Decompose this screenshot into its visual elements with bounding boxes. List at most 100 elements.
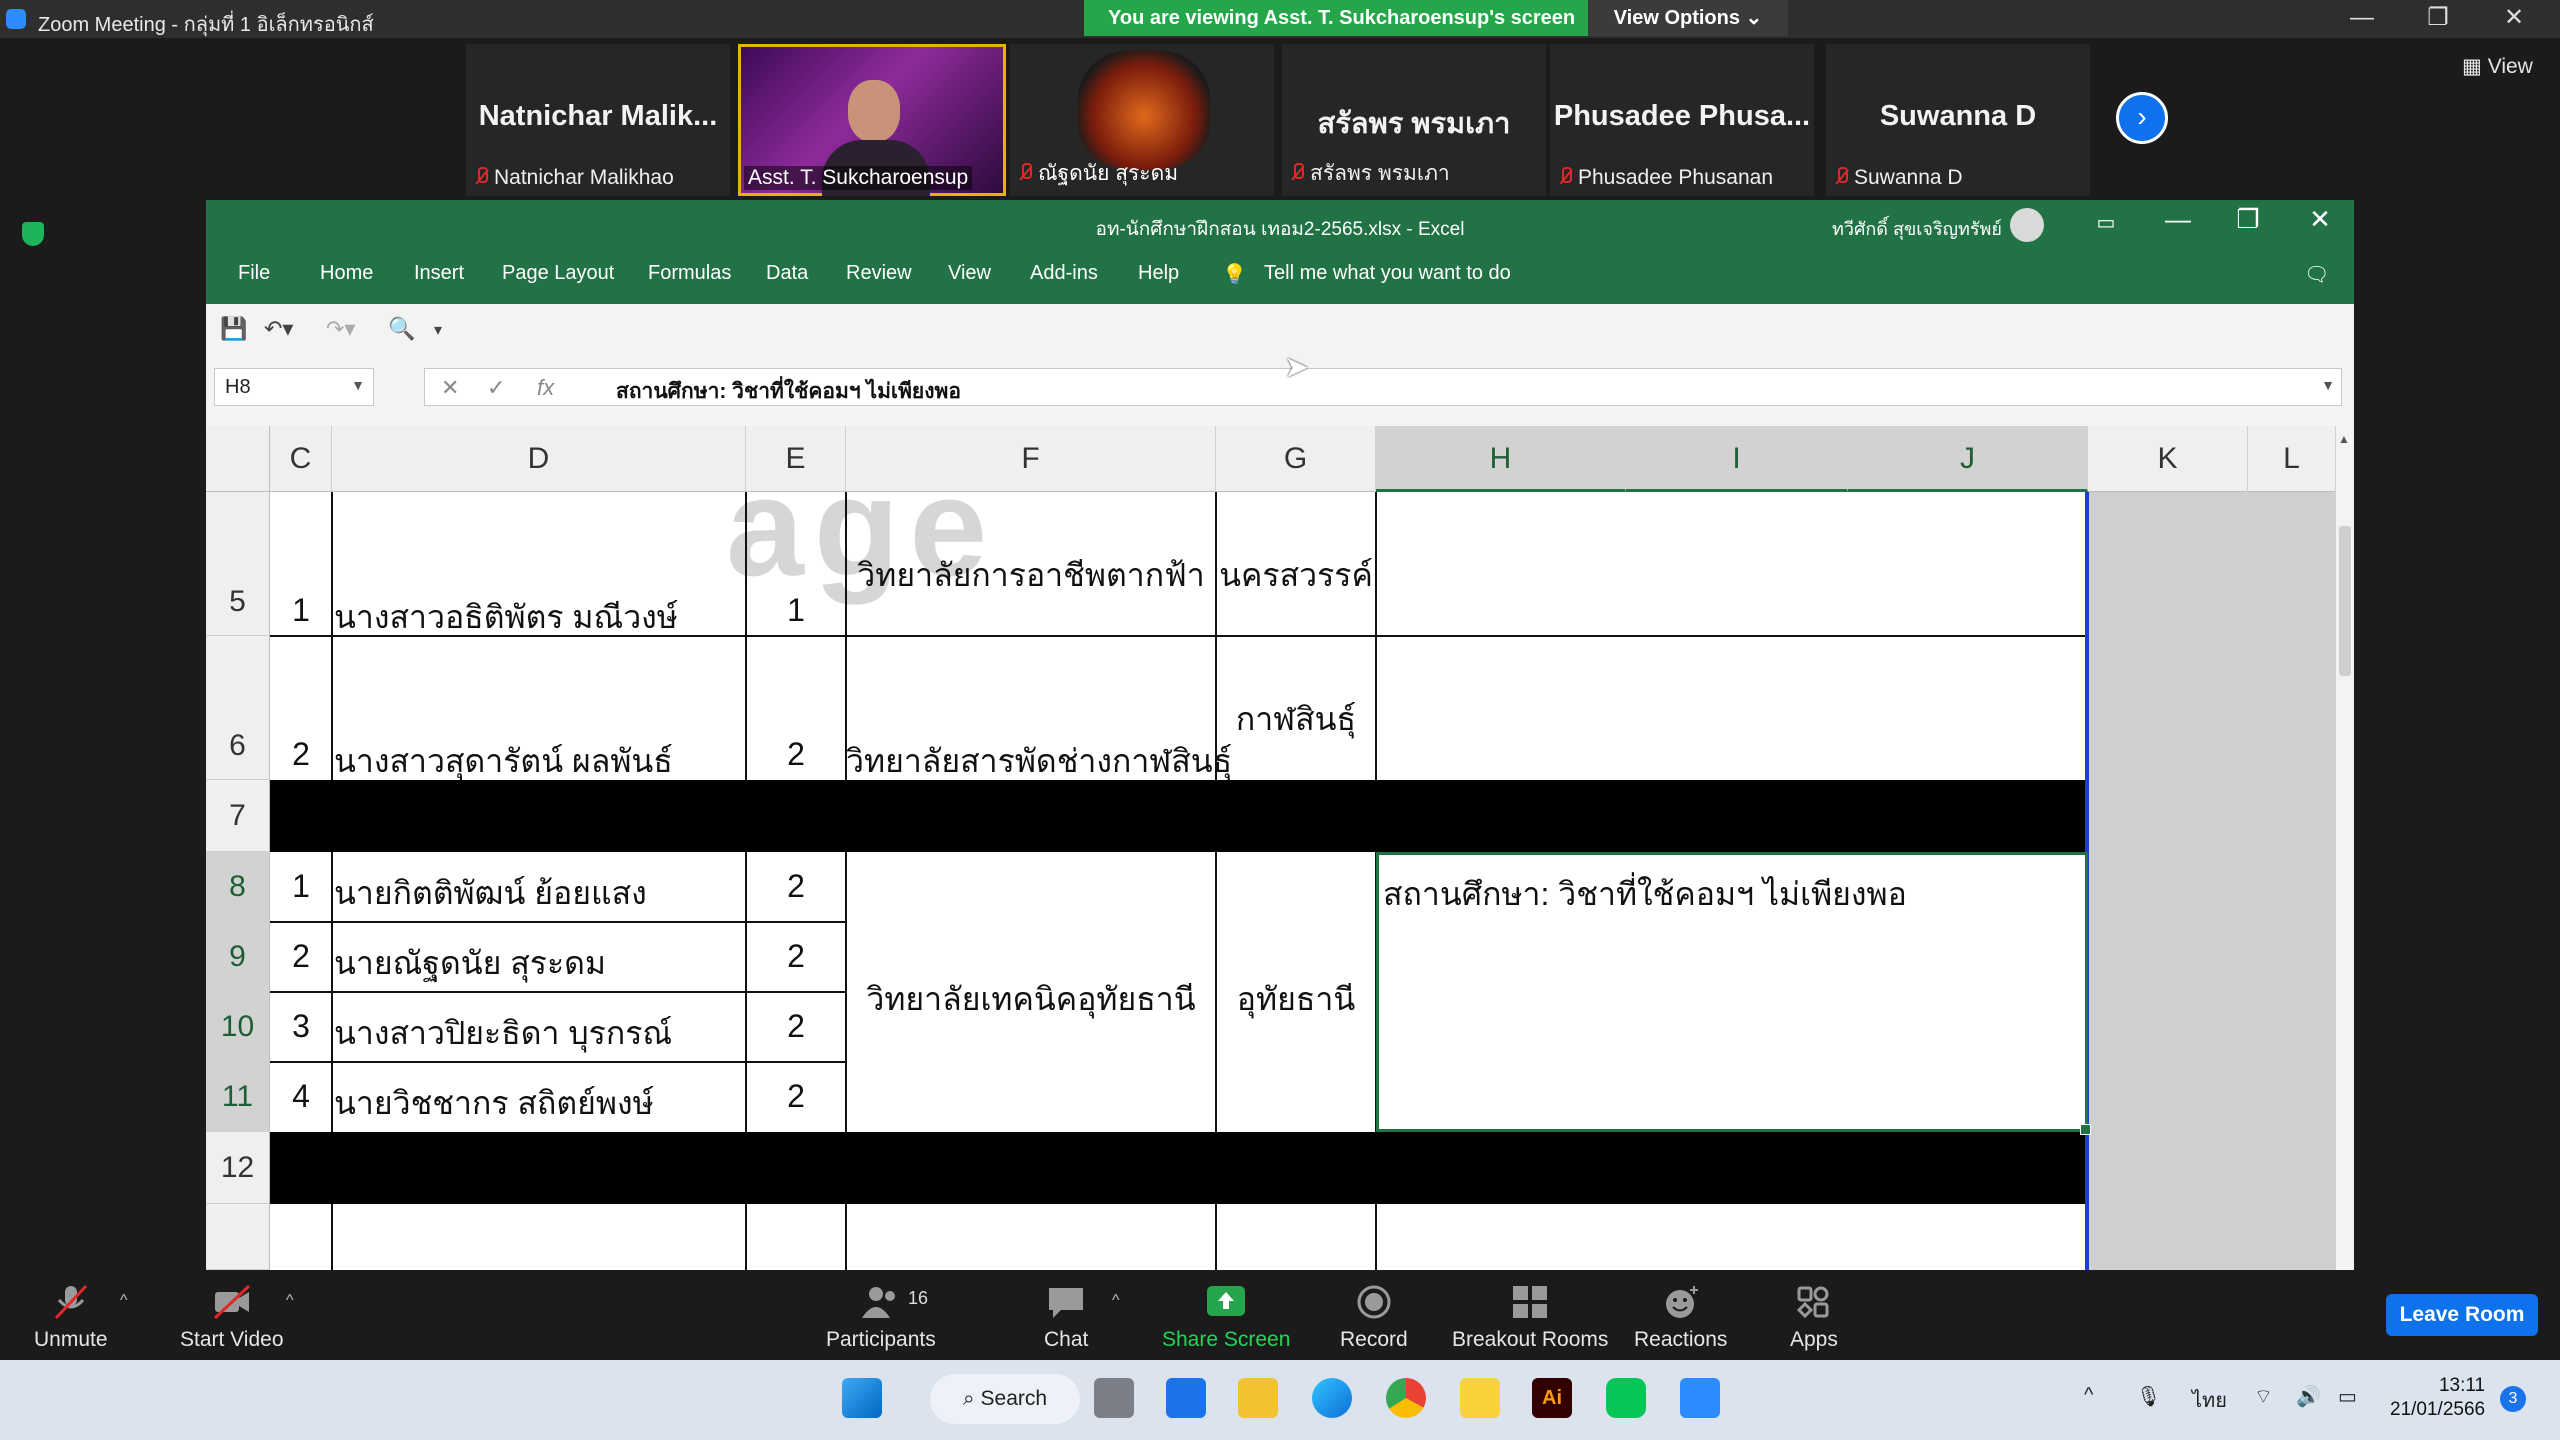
comments-icon[interactable]: 🗨 bbox=[2304, 262, 2329, 287]
illustrator-icon[interactable]: Ai bbox=[1532, 1378, 1572, 1418]
cell-c6[interactable]: 2 bbox=[270, 736, 332, 773]
cell-d8[interactable]: นายกิตติพัฒน์ ย้อยแสง bbox=[334, 868, 647, 919]
apps-button[interactable]: Apps bbox=[1790, 1284, 1838, 1352]
cell-c5[interactable]: 1 bbox=[270, 592, 332, 629]
audio-options-caret-icon[interactable]: ^ bbox=[120, 1292, 128, 1310]
cell-e6[interactable]: 2 bbox=[746, 736, 846, 773]
breakout-rooms-button[interactable]: Breakout Rooms bbox=[1452, 1284, 1608, 1352]
start-video-button[interactable]: Start Video bbox=[180, 1284, 284, 1352]
tab-file[interactable]: File bbox=[238, 262, 270, 285]
taskbar-search[interactable]: ⌕ Search bbox=[930, 1374, 1080, 1424]
cell-c11[interactable]: 4 bbox=[270, 1078, 332, 1115]
cell-f6[interactable]: วิทยาลัยสารพัดช่างกาฬสินธุ์ bbox=[846, 736, 1232, 787]
notification-badge[interactable]: 3 bbox=[2500, 1386, 2526, 1412]
fill-handle[interactable] bbox=[2080, 1124, 2091, 1135]
undo-icon[interactable]: ↶▾ bbox=[264, 316, 293, 342]
minimize-icon[interactable]: — bbox=[2148, 204, 2208, 235]
row-header-8[interactable]: 8 bbox=[206, 852, 270, 922]
print-preview-icon[interactable]: 🔍 bbox=[388, 316, 415, 342]
chat-options-caret-icon[interactable]: ^ bbox=[1112, 1292, 1120, 1310]
vertical-scrollbar[interactable]: ▲ bbox=[2336, 426, 2354, 1270]
cell-d10[interactable]: นางสาวปิยะธิดา บุรกรณ์ bbox=[334, 1008, 672, 1059]
cell-c9[interactable]: 2 bbox=[270, 938, 332, 975]
column-header-k[interactable]: K bbox=[2088, 426, 2248, 492]
cell-d5[interactable]: นางสาวอธิติพัตร มณีวงษ์ bbox=[334, 592, 678, 643]
chrome-browser-icon[interactable] bbox=[1386, 1378, 1426, 1418]
cell-c8[interactable]: 1 bbox=[270, 868, 332, 905]
tab-view[interactable]: View bbox=[948, 262, 991, 285]
chat-button[interactable]: Chat bbox=[1044, 1284, 1088, 1352]
tab-home[interactable]: Home bbox=[320, 262, 373, 285]
reactions-button[interactable]: Reactions bbox=[1634, 1284, 1727, 1352]
share-screen-button[interactable]: Share Screen bbox=[1162, 1284, 1290, 1352]
name-box[interactable]: H8 ▼ bbox=[214, 368, 374, 406]
input-language[interactable]: ไทย bbox=[2192, 1384, 2227, 1416]
row-header-9[interactable]: 9 bbox=[206, 922, 270, 992]
row-header-13[interactable] bbox=[206, 1204, 270, 1270]
mic-tray-icon[interactable]: 🎙 bbox=[2136, 1384, 2161, 1409]
system-clock[interactable]: 13:11 21/01/2566 bbox=[2390, 1374, 2485, 1422]
chevron-up-icon[interactable]: ^ bbox=[2084, 1384, 2093, 1407]
row-header-10[interactable]: 10 bbox=[206, 992, 270, 1062]
tab-review[interactable]: Review bbox=[846, 262, 912, 285]
participant-tile[interactable]: Phusadee Phusa... Phusadee Phusanan bbox=[1550, 44, 1814, 196]
unmute-button[interactable]: Unmute bbox=[34, 1284, 108, 1352]
row-header-5[interactable]: 5 bbox=[206, 492, 270, 636]
cell-c10[interactable]: 3 bbox=[270, 1008, 332, 1045]
column-header-j[interactable]: J bbox=[1848, 426, 2088, 492]
avatar[interactable] bbox=[2010, 208, 2044, 242]
next-page-arrow-icon[interactable]: › bbox=[2116, 92, 2168, 144]
tell-me-search[interactable]: Tell me what you want to do bbox=[1264, 262, 1511, 285]
zoom-taskbar-icon[interactable] bbox=[1680, 1378, 1720, 1418]
cell-e9[interactable]: 2 bbox=[746, 938, 846, 975]
tab-help[interactable]: Help bbox=[1138, 262, 1179, 285]
redo-icon[interactable]: ↷▾ bbox=[326, 316, 355, 342]
close-icon[interactable]: ✕ bbox=[2476, 0, 2552, 38]
scroll-up-arrow-icon[interactable]: ▲ bbox=[2338, 432, 2350, 446]
file-explorer-icon[interactable] bbox=[1238, 1378, 1278, 1418]
participant-tile[interactable]: ณัฐดนัย สุระดม bbox=[1010, 44, 1274, 196]
cell-d9[interactable]: นายณัฐดนัย สุระดม bbox=[334, 938, 606, 989]
edge-browser-icon[interactable] bbox=[1312, 1378, 1352, 1418]
column-header-g[interactable]: G bbox=[1216, 426, 1376, 492]
column-header-h[interactable]: H bbox=[1376, 426, 1626, 492]
close-icon[interactable]: ✕ bbox=[2290, 204, 2350, 235]
save-icon[interactable]: 💾 bbox=[220, 316, 247, 342]
cell-f5[interactable]: วิทยาลัยการอาชีพตากฟ้า bbox=[846, 550, 1216, 601]
cell-e8[interactable]: 2 bbox=[746, 868, 846, 905]
app-l-icon[interactable] bbox=[1166, 1378, 1206, 1418]
row-header-6[interactable]: 6 bbox=[206, 636, 270, 780]
cancel-icon[interactable]: ✕ bbox=[441, 375, 459, 401]
ribbon-display-icon[interactable]: ▭ bbox=[2076, 210, 2136, 235]
participant-tile[interactable]: Natnichar Malik... Natnichar Malikhao bbox=[466, 44, 730, 196]
customize-qat-icon[interactable]: ▾ bbox=[434, 320, 442, 340]
row-header-11[interactable]: 11 bbox=[206, 1062, 270, 1132]
tab-add-ins[interactable]: Add-ins bbox=[1030, 262, 1098, 285]
scrollbar-thumb[interactable] bbox=[2339, 526, 2351, 676]
tab-page-layout[interactable]: Page Layout bbox=[502, 262, 614, 285]
security-shield-icon[interactable] bbox=[22, 222, 44, 246]
cell-d11[interactable]: นายวิชชากร สถิตย์พงษ์ bbox=[334, 1078, 654, 1129]
sticky-notes-icon[interactable] bbox=[1460, 1378, 1500, 1418]
participant-tile[interactable]: สรัลพร พรมเภา สรัลพร พรมเภา bbox=[1282, 44, 1546, 196]
cell-g5[interactable]: นครสวรรค์ bbox=[1216, 550, 1376, 601]
worksheet-grid[interactable]: C D E F G H I J K L age 5 6 7 8 9 10 11 … bbox=[206, 426, 2336, 1270]
record-button[interactable]: Record bbox=[1340, 1284, 1408, 1352]
column-header-l[interactable]: L bbox=[2248, 426, 2336, 492]
wifi-icon[interactable]: ⌔ bbox=[2254, 1384, 2273, 1409]
select-all-corner[interactable] bbox=[206, 426, 270, 492]
column-header-i[interactable]: I bbox=[1626, 426, 1848, 492]
cell-g6[interactable]: กาฬสินธุ์ bbox=[1216, 694, 1376, 745]
restore-icon[interactable]: ❐ bbox=[2400, 0, 2476, 38]
column-header-d[interactable]: D bbox=[332, 426, 746, 492]
participant-tile[interactable]: Suwanna D Suwanna D bbox=[1826, 44, 2090, 196]
active-speaker-video[interactable]: Asst. T. Sukcharoensup bbox=[738, 44, 1006, 196]
cell-f8-merged[interactable]: วิทยาลัยเทคนิคอุทัยธานี bbox=[846, 974, 1216, 1025]
restore-icon[interactable]: ❐ bbox=[2218, 204, 2278, 235]
minimize-icon[interactable]: — bbox=[2324, 0, 2400, 38]
volume-icon[interactable]: 🔊 bbox=[2296, 1384, 2321, 1409]
expand-formula-icon[interactable]: ▼ bbox=[2321, 377, 2335, 393]
cell-d6[interactable]: นางสาวสุดารัตน์ ผลพันธ์ bbox=[334, 736, 673, 787]
cell-e11[interactable]: 2 bbox=[746, 1078, 846, 1115]
column-header-c[interactable]: C bbox=[270, 426, 332, 492]
